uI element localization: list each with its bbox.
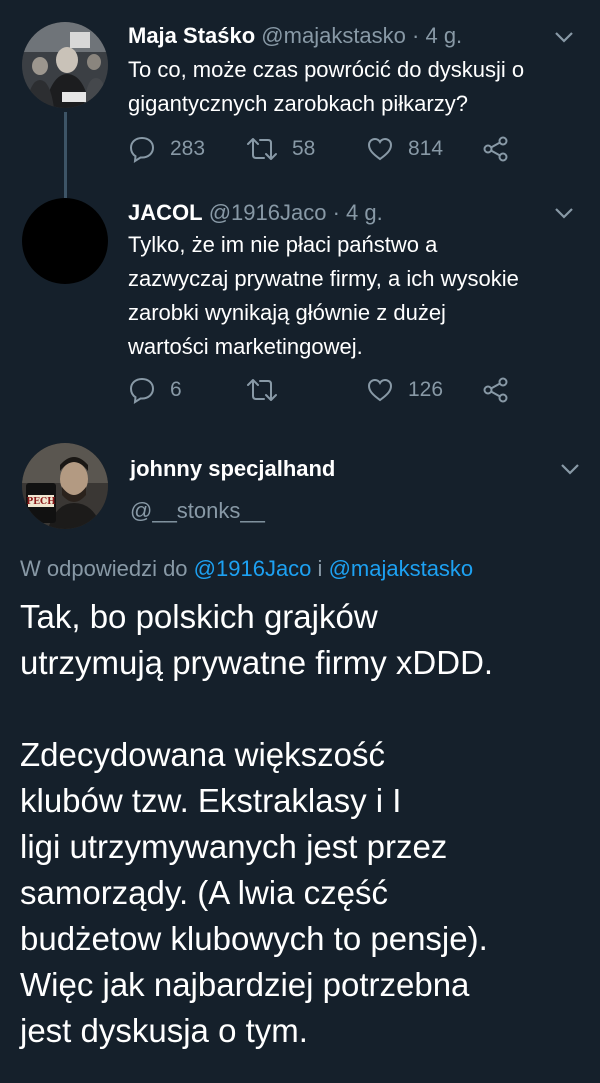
tweet-actions: 6 126: [128, 375, 568, 405]
like-button[interactable]: 814: [366, 134, 443, 164]
like-count: 126: [408, 378, 444, 401]
username-line: @__stonks__: [130, 497, 265, 525]
avatar[interactable]: PECH: [22, 443, 108, 529]
reply-count: 6: [170, 378, 182, 401]
username[interactable]: @1916Jaco: [209, 200, 327, 225]
tweet-text: Tak, bo polskich grajków utrzymują prywa…: [20, 594, 493, 1054]
reply-button[interactable]: 6: [128, 375, 182, 405]
tweet-header: johnny specjalhand: [130, 455, 335, 483]
retweet-icon: [247, 138, 277, 160]
text-line: samorządy. (A lwia część: [20, 874, 388, 911]
chevron-down-icon[interactable]: [554, 30, 574, 44]
chevron-down-icon[interactable]: [554, 206, 574, 220]
tweet-actions: 283 58 814: [128, 134, 568, 164]
retweet-icon: [247, 379, 277, 401]
like-button[interactable]: 126: [366, 375, 443, 405]
text-line: zarobki wynikają głównie z dużej: [128, 300, 446, 325]
crowd-photo-icon: [22, 22, 108, 108]
retweet-count: 58: [292, 137, 316, 160]
display-name[interactable]: johnny specjalhand: [130, 456, 335, 481]
mention-link[interactable]: @1916Jaco: [194, 556, 312, 581]
share-button[interactable]: [482, 134, 510, 164]
reply-and: i: [317, 556, 323, 581]
text-line: ligi utrzymywanych jest przez: [20, 828, 448, 865]
reply-context: W odpowiedzi do @1916Jaco i @majakstasko: [20, 556, 473, 582]
retweet-button[interactable]: [246, 375, 292, 405]
like-count: 814: [408, 137, 444, 160]
text-line: To co, może czas powrócić do dyskusji o: [128, 57, 525, 82]
tweet-text: Tylko, że im nie płaci państwo a zazwycz…: [128, 228, 519, 364]
reply-icon: [129, 377, 155, 404]
avatar[interactable]: [22, 22, 108, 108]
text-line: gigantycznych zarobkach piłkarzy?: [128, 91, 468, 116]
text-line: Tylko, że im nie płaci państwo a: [128, 232, 438, 257]
text-line: jest dyskusja o tym.: [20, 1012, 308, 1049]
text-line: klubów tzw. Ekstraklasy i I: [20, 782, 402, 819]
username[interactable]: @__stonks__: [130, 498, 265, 523]
reply-count: 283: [170, 137, 206, 160]
avatar-photo-icon: PECH: [22, 443, 108, 529]
tweet-header: JACOL @1916Jaco · 4 g.: [128, 199, 383, 227]
timestamp[interactable]: · 4 g.: [333, 200, 383, 225]
text-line: Zdecydowana większość: [20, 736, 385, 773]
share-icon: [483, 136, 508, 162]
tweet-header: Maja Staśko @majakstasko · 4 g.: [128, 22, 462, 50]
heart-icon: [367, 378, 393, 402]
reply-button[interactable]: 283: [128, 134, 205, 164]
text-line: Tak, bo polskich grajków: [20, 598, 378, 635]
text-line: Więc jak najbardziej potrzebna: [20, 966, 470, 1003]
timestamp[interactable]: · 4 g.: [412, 23, 462, 48]
share-icon: [483, 377, 508, 403]
retweet-button[interactable]: 58: [246, 134, 315, 164]
thread-line: [64, 112, 67, 198]
heart-icon: [367, 137, 393, 161]
text-line: wartości marketingowej.: [128, 334, 363, 359]
text-line: utrzymują prywatne firmy xDDD.: [20, 644, 494, 681]
display-name[interactable]: JACOL: [128, 200, 203, 225]
text-line: zazwyczaj prywatne firmy, a ich wysokie: [128, 266, 519, 291]
display-name[interactable]: Maja Staśko: [128, 23, 255, 48]
chevron-down-icon[interactable]: [560, 462, 580, 476]
text-line: budżetow klubowych to pensje).: [20, 920, 488, 957]
mention-link[interactable]: @majakstasko: [329, 556, 474, 581]
share-button[interactable]: [482, 375, 510, 405]
reply-prefix: W odpowiedzi do: [20, 556, 188, 581]
reply-icon: [129, 136, 155, 163]
tweet-text: To co, może czas powrócić do dyskusji o …: [128, 53, 524, 121]
avatar-can-label: PECH: [26, 497, 56, 507]
avatar[interactable]: [22, 198, 108, 284]
username[interactable]: @majakstasko: [261, 23, 406, 48]
